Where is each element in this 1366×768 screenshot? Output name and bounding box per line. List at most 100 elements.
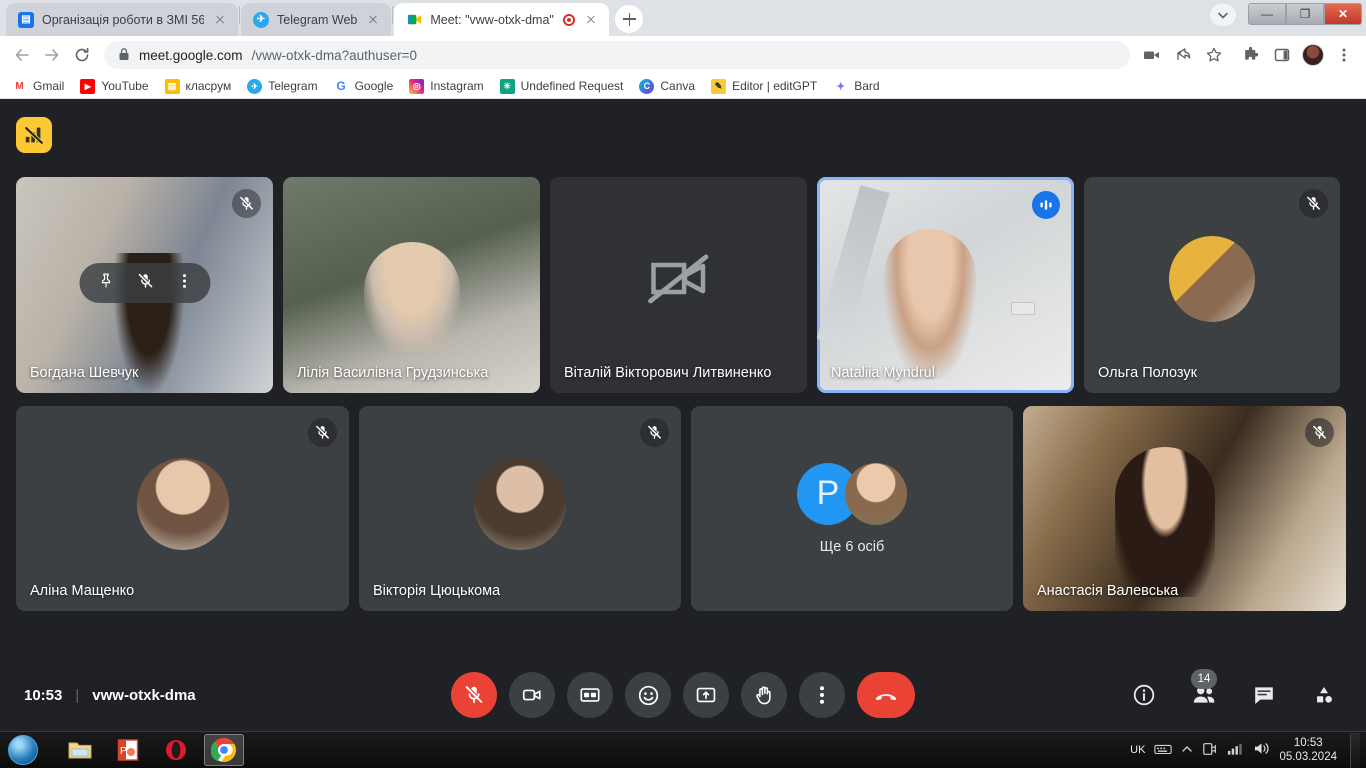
present-button[interactable]	[683, 672, 729, 718]
participant-row-1: Богдана Шевчук Лілія Василівна Грудзинсь…	[16, 177, 1350, 393]
tab-close-icon[interactable]	[212, 12, 228, 28]
bookmark-classroom[interactable]: ▤ класрум	[164, 78, 231, 94]
three-dot-menu-icon[interactable]	[1330, 41, 1358, 69]
bookmark-canva[interactable]: C Canva	[639, 78, 695, 94]
bookmark-editgpt[interactable]: ✎ Editor | editGPT	[711, 78, 818, 94]
bookmark-bard[interactable]: ✦ Bard	[833, 78, 880, 94]
windows-orb-icon	[8, 735, 38, 765]
bookmark-label: Instagram	[430, 79, 484, 93]
bookmark-label: Editor | editGPT	[732, 79, 818, 93]
mic-off-button[interactable]	[451, 672, 497, 718]
bookmark-label: YouTube	[101, 79, 149, 93]
bard-icon: ✦	[833, 78, 849, 94]
participant-tile[interactable]: Вікторія Цюцькома	[359, 406, 681, 611]
mic-off-icon	[640, 418, 669, 447]
taskbar-file-explorer[interactable]	[60, 734, 100, 766]
forward-arrow-icon[interactable]	[38, 41, 66, 69]
new-tab-button[interactable]	[615, 5, 644, 33]
profile-avatar[interactable]	[1299, 41, 1327, 69]
meeting-details-button[interactable]	[1122, 673, 1166, 717]
tab-close-icon[interactable]	[365, 12, 381, 28]
emoji-button[interactable]	[625, 672, 671, 718]
show-desktop-button[interactable]	[1350, 732, 1360, 768]
address-bar[interactable]: meet.google.com/vww-otxk-dma?authuser=0	[104, 41, 1130, 69]
more-options-button[interactable]	[799, 672, 845, 718]
participant-tile[interactable]: Аліна Мащенко	[16, 406, 349, 611]
participant-tile[interactable]: Ольга Полозук	[1084, 177, 1340, 393]
close-button[interactable]: ✕	[1324, 3, 1362, 25]
participant-name: Лілія Василівна Грудзинська	[297, 365, 489, 381]
tab-close-icon[interactable]	[583, 12, 599, 28]
tab-2[interactable]: Meet: "vww-otxk-dma"	[394, 3, 610, 36]
bookmark-undefined-request[interactable]: ✳ Undefined Request	[499, 78, 623, 94]
back-arrow-icon[interactable]	[8, 41, 36, 69]
keyboard-icon[interactable]	[1154, 742, 1173, 759]
participant-grid: Богдана Шевчук Лілія Василівна Грудзинсь…	[16, 177, 1350, 624]
participant-tile[interactable]: Анастасія Валевська	[1023, 406, 1346, 611]
participant-name: Аліна Мащенко	[30, 583, 135, 599]
lock-icon	[118, 47, 130, 64]
browser-toolbar: meet.google.com/vww-otxk-dma?authuser=0	[0, 36, 1366, 74]
language-indicator[interactable]: UK	[1130, 744, 1145, 756]
mute-participant-icon[interactable]	[136, 272, 154, 295]
tile-hover-controls[interactable]	[79, 263, 210, 303]
overflow-participants-tile[interactable]: P Ще 6 осіб	[691, 406, 1013, 611]
raise-hand-button[interactable]	[741, 672, 787, 718]
bookmark-google[interactable]: G Google	[333, 78, 393, 94]
end-call-button[interactable]	[857, 672, 915, 718]
show-hidden-icons-arrow[interactable]	[1181, 744, 1193, 757]
google-icon: G	[333, 78, 349, 94]
taskbar-chrome[interactable]	[204, 734, 244, 766]
start-button[interactable]	[2, 734, 44, 767]
participant-tile[interactable]: Богдана Шевчук	[16, 177, 273, 393]
volume-icon[interactable]	[1253, 741, 1270, 759]
bookmark-label: Gmail	[33, 79, 65, 93]
bookmark-instagram[interactable]: ◎ Instagram	[409, 78, 484, 94]
window-controls: — ❐ ✕	[1248, 0, 1366, 28]
camera-button[interactable]	[509, 672, 555, 718]
tab-strip: ▤ Організація роботи в ЗМІ 566 ✈ Telegra…	[0, 0, 1366, 36]
three-dot-vertical-icon[interactable]	[176, 273, 192, 294]
pin-icon[interactable]	[97, 272, 114, 294]
participant-tile-active-speaker[interactable]: Nataliia Myndrul	[817, 177, 1074, 393]
bookmark-gmail[interactable]: M Gmail	[12, 78, 65, 94]
chrome-browser-window: ▤ Організація роботи в ЗМІ 566 ✈ Telegra…	[0, 0, 1366, 732]
poor-connection-icon[interactable]	[16, 117, 52, 153]
instagram-icon: ◎	[409, 78, 425, 94]
participants-button[interactable]: 14	[1182, 669, 1226, 717]
activities-button[interactable]	[1302, 673, 1346, 717]
participant-name: Богдана Шевчук	[30, 365, 139, 381]
bookmark-star-icon[interactable]	[1200, 41, 1228, 69]
participant-tile[interactable]: Лілія Василівна Грудзинська	[283, 177, 540, 393]
side-panel-icon[interactable]	[1268, 41, 1296, 69]
bookmark-telegram[interactable]: ✈ Telegram	[247, 78, 318, 94]
share-icon[interactable]	[1169, 41, 1197, 69]
network-signal-icon[interactable]	[1227, 742, 1244, 759]
chat-button[interactable]	[1242, 673, 1286, 717]
taskbar-opera[interactable]	[156, 734, 196, 766]
tray-clock[interactable]: 10:53 05.03.2024	[1279, 736, 1337, 764]
participant-tile[interactable]: Віталій Вікторович Литвиненко	[550, 177, 807, 393]
record-camera-icon[interactable]	[1138, 41, 1166, 69]
minimize-button[interactable]: —	[1248, 3, 1286, 25]
power-plug-icon[interactable]	[1202, 741, 1218, 760]
bookmark-label: Telegram	[268, 79, 318, 93]
tab-recording-icon	[563, 13, 576, 26]
minimize-icon: —	[1261, 7, 1273, 21]
maximize-button[interactable]: ❐	[1286, 3, 1324, 25]
meet-right-controls: 14	[1122, 669, 1346, 717]
tab-1[interactable]: ✈ Telegram Web	[241, 3, 392, 36]
meeting-time: 10:53	[24, 686, 63, 704]
editgpt-icon: ✎	[711, 78, 727, 94]
captions-button[interactable]	[567, 672, 613, 718]
classroom-icon: ▤	[164, 78, 180, 94]
windows-taskbar: P UK 10:53 05.03.2024	[0, 731, 1366, 768]
tab-0[interactable]: ▤ Організація роботи в ЗМІ 566	[6, 3, 238, 36]
reload-icon[interactable]	[68, 41, 96, 69]
mic-off-icon	[232, 189, 261, 218]
bookmark-youtube[interactable]: ▶ YouTube	[80, 78, 149, 94]
system-tray: UK 10:53 05.03.2024	[1130, 732, 1366, 768]
tab-search-chevron-icon[interactable]	[1210, 4, 1236, 26]
extensions-puzzle-icon[interactable]	[1237, 41, 1265, 69]
taskbar-powerpoint[interactable]: P	[108, 734, 148, 766]
